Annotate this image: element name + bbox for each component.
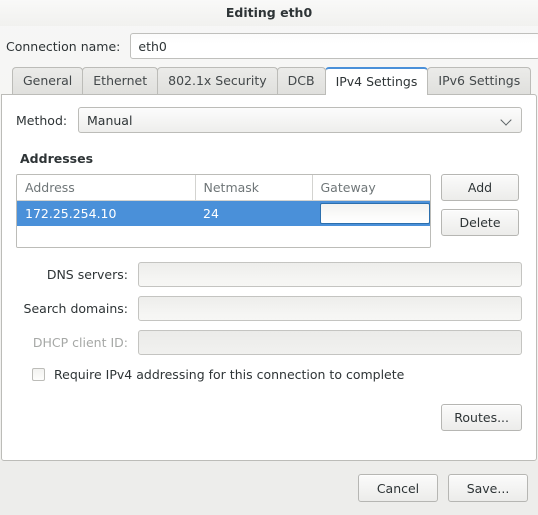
- delete-button[interactable]: Delete: [441, 209, 519, 236]
- tab-802-1x-security-label: 802.1x Security: [168, 73, 267, 88]
- addresses-section-title: Addresses: [20, 151, 94, 166]
- dhcp-client-id-row: DHCP client ID:: [16, 329, 522, 355]
- tab-ethernet-label: Ethernet: [93, 73, 148, 88]
- tab-ipv4-settings-label: IPv4 Settings: [335, 74, 418, 89]
- dhcp-client-id-label: DHCP client ID:: [32, 334, 128, 350]
- column-header-netmask[interactable]: Netmask: [195, 175, 313, 201]
- tab-general[interactable]: General: [12, 67, 84, 94]
- cell-empty-address: [17, 225, 195, 247]
- column-header-address[interactable]: Address: [17, 175, 196, 201]
- cell-address[interactable]: 172.25.254.10: [17, 200, 195, 226]
- cancel-button[interactable]: Cancel: [358, 474, 438, 502]
- tab-dcb-label: DCB: [287, 73, 315, 88]
- require-ipv4-checkbox[interactable]: [32, 367, 45, 381]
- method-label: Method:: [16, 112, 68, 128]
- dns-servers-input[interactable]: [138, 261, 522, 287]
- dns-servers-row: DNS servers:: [16, 261, 522, 287]
- add-button[interactable]: Add: [441, 174, 519, 201]
- save-button[interactable]: Save...: [448, 474, 528, 502]
- addresses-table-header-row: Address Netmask Gateway: [17, 175, 430, 201]
- method-row: Method: Manual: [16, 107, 522, 133]
- tab-ipv4-settings[interactable]: IPv4 Settings: [324, 67, 429, 95]
- search-domains-row: Search domains:: [16, 295, 522, 321]
- require-ipv4-label: Require IPv4 addressing for this connect…: [54, 366, 405, 382]
- settings-notebook: General Ethernet 802.1x Security DCB IPv…: [0, 66, 538, 461]
- connection-name-input[interactable]: [130, 33, 538, 59]
- routes-button[interactable]: Routes...: [441, 403, 522, 431]
- addresses-area: Address Netmask Gateway 172.25.254.10 24: [16, 174, 522, 248]
- tab-strip: General Ethernet 802.1x Security DCB IPv…: [0, 66, 538, 95]
- cell-gateway[interactable]: [312, 200, 430, 226]
- dialog-title-bar: Editing eth0: [0, 0, 538, 26]
- tab-ipv6-settings-label: IPv6 Settings: [438, 73, 521, 88]
- gateway-cell-input[interactable]: [320, 202, 430, 224]
- connection-name-label: Connection name:: [6, 38, 121, 54]
- table-row-empty[interactable]: [17, 225, 430, 247]
- addresses-table-wrapper: Address Netmask Gateway 172.25.254.10 24: [16, 174, 431, 248]
- method-selected-value: Manual: [87, 112, 133, 128]
- search-domains-label: Search domains:: [23, 300, 128, 316]
- editing-connection-dialog: Editing eth0 Connection name: General Et…: [0, 0, 538, 515]
- cell-netmask[interactable]: 24: [195, 200, 312, 226]
- routes-row: Routes...: [16, 403, 522, 431]
- dialog-title: Editing eth0: [225, 5, 313, 20]
- cell-empty-netmask: [195, 225, 312, 247]
- require-ipv4-row[interactable]: Require IPv4 addressing for this connect…: [32, 367, 522, 382]
- table-row[interactable]: 172.25.254.10 24: [17, 200, 430, 226]
- connection-name-row: Connection name:: [0, 26, 538, 66]
- addresses-table: Address Netmask Gateway 172.25.254.10 24: [17, 175, 430, 247]
- dialog-footer: Cancel Save...: [0, 461, 538, 515]
- address-buttons: Add Delete: [441, 174, 519, 236]
- column-header-gateway[interactable]: Gateway: [312, 175, 430, 201]
- tab-dcb[interactable]: DCB: [276, 67, 326, 94]
- search-domains-input[interactable]: [138, 295, 522, 321]
- dhcp-client-id-input: [138, 329, 522, 355]
- tab-ethernet[interactable]: Ethernet: [82, 67, 159, 94]
- chevron-down-icon: [501, 114, 513, 126]
- tab-ipv6-settings[interactable]: IPv6 Settings: [427, 67, 532, 94]
- ipv4-settings-panel: Method: Manual Addresses Address Netmask…: [1, 94, 537, 461]
- tab-802-1x-security[interactable]: 802.1x Security: [157, 67, 278, 94]
- cell-empty-gateway: [312, 225, 430, 247]
- tab-general-label: General: [23, 73, 73, 88]
- method-combobox[interactable]: Manual: [78, 107, 522, 133]
- dns-servers-label: DNS servers:: [46, 266, 128, 282]
